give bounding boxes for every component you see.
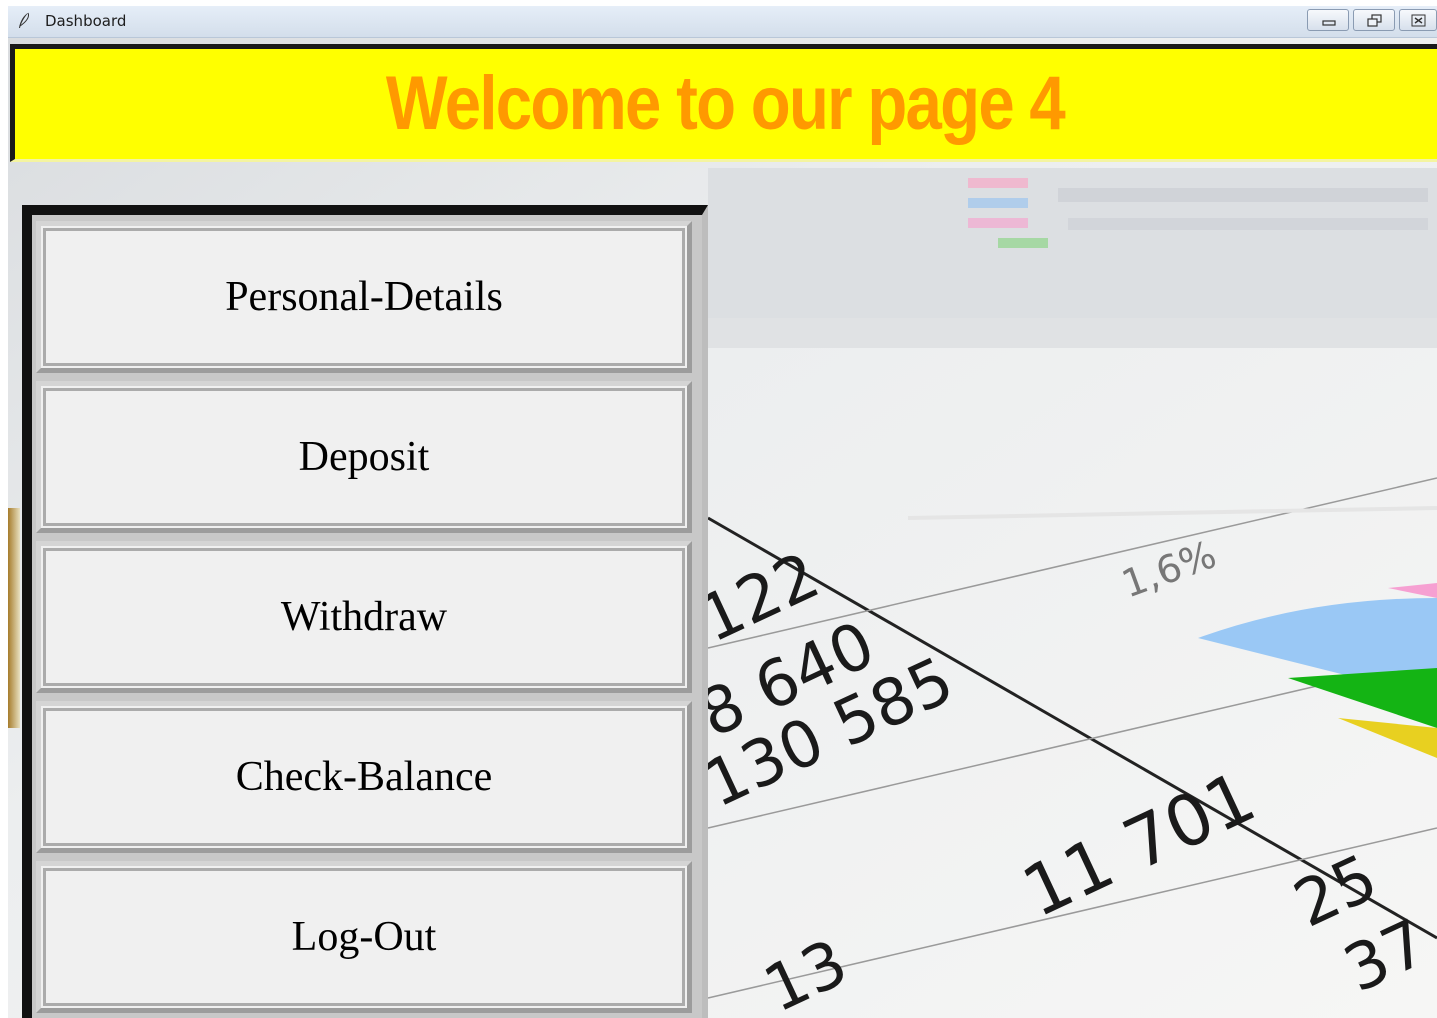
log-out-button[interactable]: Log-Out bbox=[36, 861, 692, 1013]
menu-label: Log-Out bbox=[291, 914, 437, 960]
personal-details-button[interactable]: Personal-Details bbox=[36, 221, 692, 373]
close-button[interactable] bbox=[1399, 9, 1437, 31]
app-window: Dashboard 122 8 640 130 585 11 701 25 37… bbox=[8, 6, 1437, 1018]
minimize-button[interactable] bbox=[1307, 9, 1349, 31]
minimize-icon bbox=[1322, 20, 1336, 26]
menu-panel: Personal-Details Deposit Withdraw Check-… bbox=[22, 205, 708, 1018]
restore-icon bbox=[1367, 14, 1382, 27]
welcome-banner: Welcome to our page 4 bbox=[10, 44, 1437, 162]
deposit-button[interactable]: Deposit bbox=[36, 381, 692, 533]
content-area: 122 8 640 130 585 11 701 25 37 13 1,6% W… bbox=[8, 38, 1437, 1018]
check-balance-button[interactable]: Check-Balance bbox=[36, 701, 692, 853]
menu-label: Check-Balance bbox=[235, 754, 493, 800]
menu-label: Deposit bbox=[298, 434, 430, 480]
window-title: Dashboard bbox=[45, 12, 127, 30]
restore-button[interactable] bbox=[1353, 9, 1395, 31]
menu-label: Personal-Details bbox=[225, 274, 503, 320]
menu-label: Withdraw bbox=[280, 594, 448, 640]
title-bar[interactable]: Dashboard bbox=[8, 6, 1437, 38]
page-title: Welcome to our page 4 bbox=[385, 61, 1066, 146]
feather-icon bbox=[19, 12, 29, 28]
close-icon bbox=[1411, 14, 1426, 27]
withdraw-button[interactable]: Withdraw bbox=[36, 541, 692, 693]
